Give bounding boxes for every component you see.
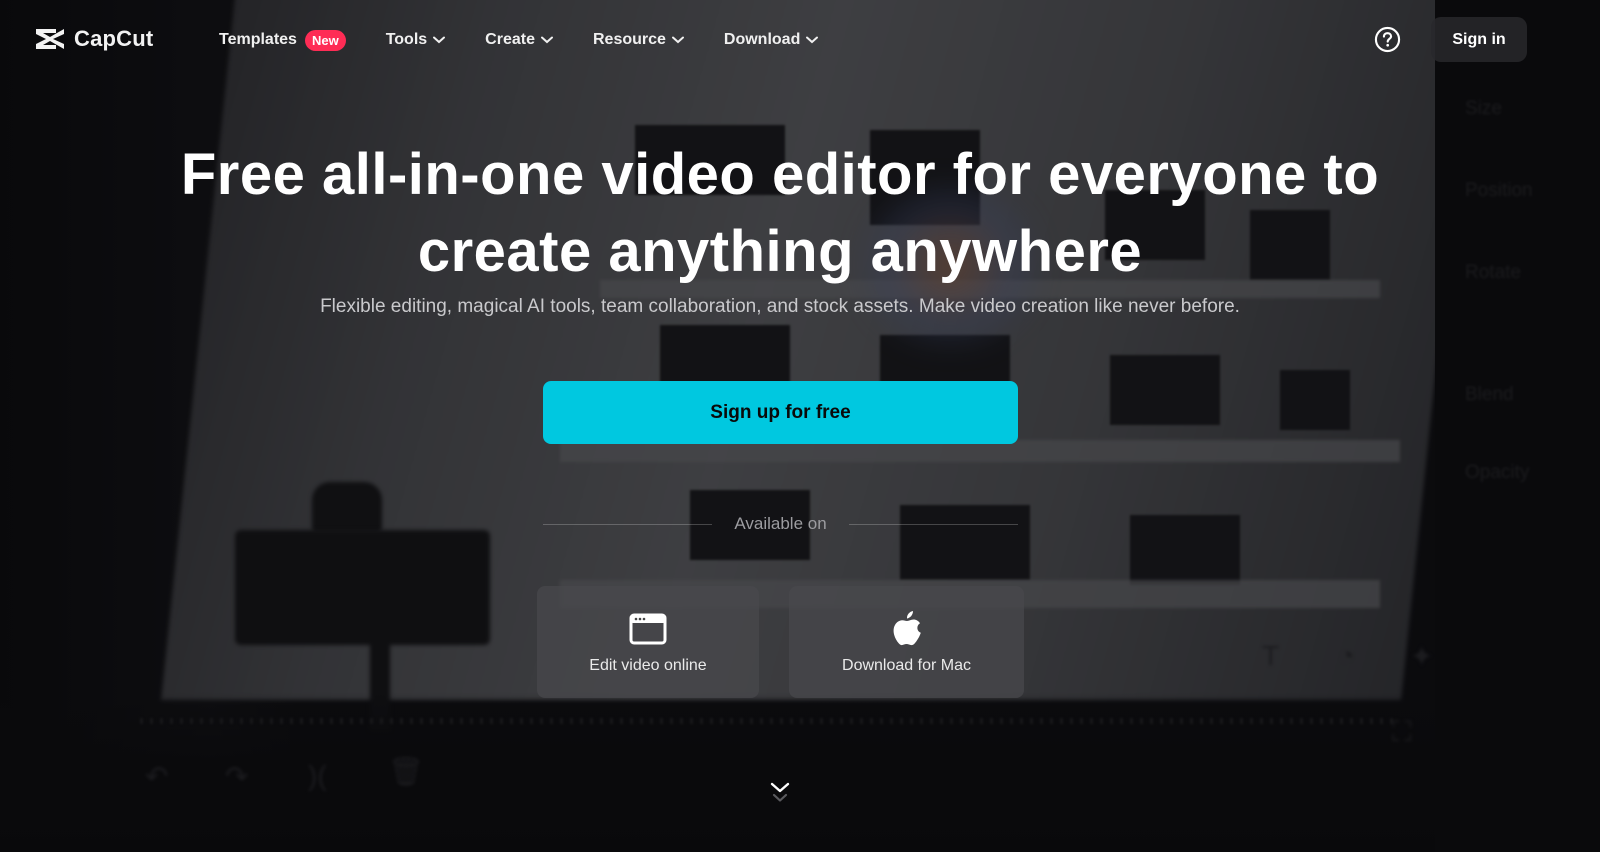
platform-label: Download for Mac bbox=[842, 657, 971, 674]
divider-line bbox=[543, 523, 713, 525]
capcut-logo[interactable]: CapCut bbox=[34, 26, 153, 52]
available-on-label: Available on bbox=[734, 514, 827, 533]
nav-item-templates[interactable]: Templates New bbox=[219, 28, 346, 52]
hero-title-line: Free all-in-one video editor for everyon… bbox=[180, 142, 1380, 207]
capcut-logo-icon bbox=[36, 29, 64, 49]
hero-title-line: create anything anywhere bbox=[417, 219, 1143, 284]
brand-name: CapCut bbox=[74, 26, 154, 51]
nav-item-label: Download bbox=[723, 31, 801, 48]
nav-item-label: Templates bbox=[219, 31, 297, 48]
nav-item-create[interactable]: Create bbox=[485, 28, 553, 52]
chevron-down-icon bbox=[806, 36, 819, 44]
new-badge: New bbox=[304, 29, 346, 51]
sign-up-free-button[interactable]: Sign up for free bbox=[543, 381, 1018, 444]
nav-item-download[interactable]: Download bbox=[723, 28, 819, 52]
sign-in-button[interactable]: Sign in bbox=[1431, 17, 1527, 62]
icon-wrap bbox=[891, 609, 923, 649]
chevron-down-icon bbox=[540, 36, 553, 44]
icon-wrap bbox=[629, 609, 667, 649]
download-for-mac-button[interactable]: Download for Mac bbox=[789, 586, 1024, 698]
hero-subtitle: Flexible editing, magical AI tools, team… bbox=[320, 296, 1240, 317]
nav-item-label: Create bbox=[485, 31, 535, 48]
help-icon[interactable] bbox=[1374, 26, 1401, 53]
chevron-down-icon bbox=[433, 36, 446, 44]
nav-item-tools[interactable]: Tools bbox=[385, 28, 446, 52]
available-on-divider: Available on bbox=[543, 512, 1019, 536]
main-menu: Templates New Tools Create Resource Down… bbox=[219, 28, 858, 52]
nav-item-resource[interactable]: Resource bbox=[593, 28, 684, 52]
top-nav: CapCut Templates New Tools Create Resour… bbox=[0, 0, 1600, 80]
divider-line bbox=[848, 523, 1019, 525]
platform-label: Edit video online bbox=[589, 657, 707, 674]
nav-item-label: Tools bbox=[385, 31, 428, 48]
apple-icon bbox=[893, 611, 921, 646]
hero-title: Free all-in-one video editor for everyon… bbox=[0, 136, 1560, 290]
browser-window-icon bbox=[629, 613, 667, 645]
edit-video-online-button[interactable]: Edit video online bbox=[537, 586, 759, 698]
nav-item-label: Resource bbox=[592, 31, 666, 48]
double-chevron-down-icon[interactable] bbox=[769, 780, 791, 806]
chevron-down-icon bbox=[671, 36, 684, 44]
